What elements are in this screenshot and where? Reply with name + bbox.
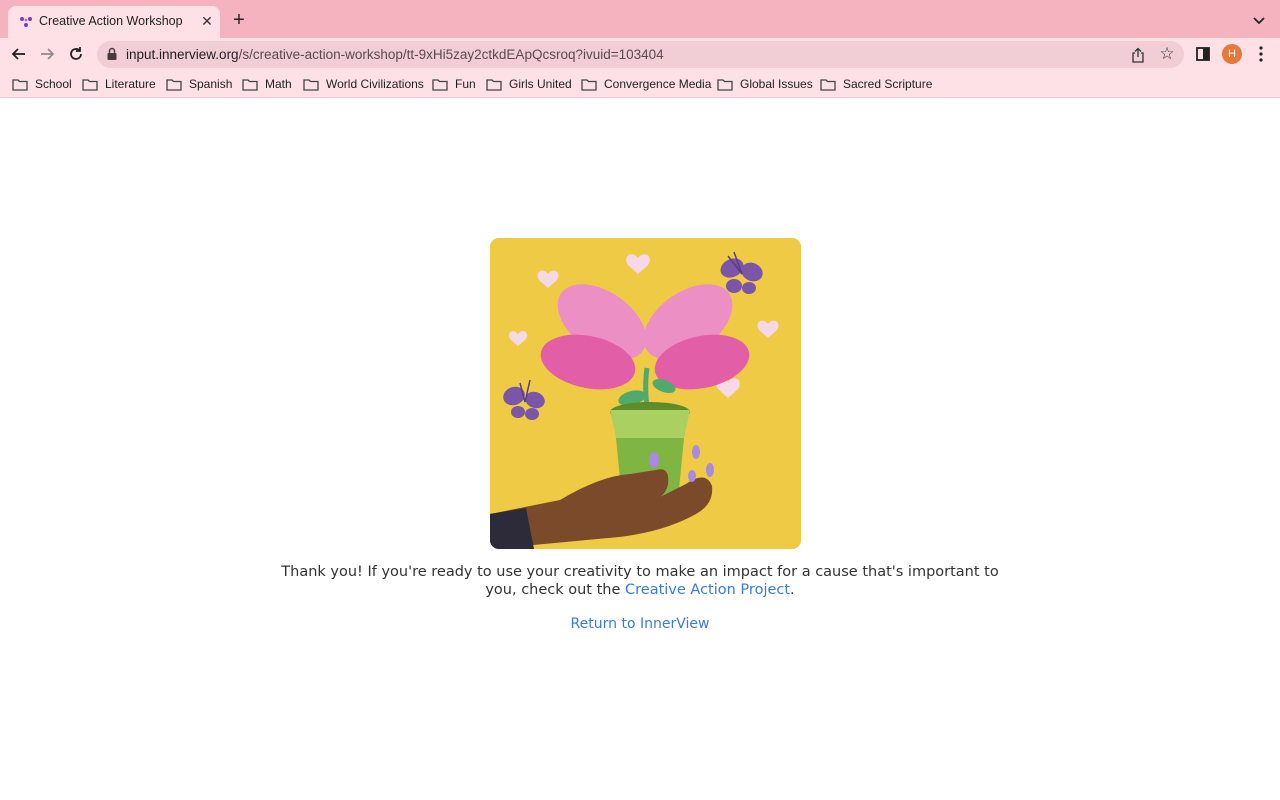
url-domain: input.innerview.org — [126, 47, 239, 62]
folder-icon — [242, 78, 258, 91]
browser-toolbar: input.innerview.org/s/creative-action-wo… — [0, 38, 1280, 70]
bookmark-convergence-media[interactable]: Convergence Media — [581, 76, 711, 92]
new-tab-button[interactable]: + — [229, 10, 249, 31]
bookmark-label: Global Issues — [740, 77, 813, 91]
bookmark-label: Math — [265, 77, 292, 91]
folder-icon — [432, 78, 448, 91]
bookmark-sacred-scripture[interactable]: Sacred Scripture — [820, 76, 932, 92]
thank-you-flower-illustration — [490, 238, 801, 549]
folder-icon — [303, 78, 319, 91]
bookmark-label: World Civilizations — [326, 77, 424, 91]
innerview-favicon-icon — [20, 17, 32, 27]
thank-you-message: Thank you! If you're ready to use your c… — [270, 563, 1010, 599]
tab-close-icon[interactable]: ✕ — [199, 13, 215, 29]
tab-creative-action-workshop[interactable]: Creative Action Workshop ✕ — [8, 6, 220, 38]
folder-icon — [581, 78, 597, 91]
bookmark-spanish[interactable]: Spanish — [166, 76, 232, 92]
bookmark-world-civilizations[interactable]: World Civilizations — [303, 76, 424, 92]
url-text: input.innerview.org/s/creative-action-wo… — [126, 47, 664, 62]
bookmark-math[interactable]: Math — [242, 76, 292, 92]
bookmark-label: School — [35, 77, 72, 91]
side-panel-icon[interactable] — [1196, 47, 1210, 61]
url-path: /s/creative-action-workshop/tt-9xHi5zay2… — [238, 47, 664, 62]
address-bar[interactable]: input.innerview.org/s/creative-action-wo… — [97, 41, 1184, 68]
bookmark-star-icon[interactable]: ☆ — [1158, 45, 1176, 63]
folder-icon — [820, 78, 836, 91]
bookmark-label: Fun — [455, 77, 476, 91]
bookmark-label: Sacred Scripture — [843, 77, 933, 91]
reload-icon[interactable] — [66, 44, 86, 64]
bookmark-label: Girls United — [509, 77, 572, 91]
folder-icon — [717, 78, 733, 91]
share-icon[interactable] — [1131, 47, 1145, 63]
folder-icon — [166, 78, 182, 91]
bookmark-literature[interactable]: Literature — [82, 76, 156, 92]
tab-title: Creative Action Workshop — [39, 14, 183, 28]
return-to-innerview-link[interactable]: Return to InnerView — [540, 616, 740, 632]
tab-strip: Creative Action Workshop ✕ + — [0, 0, 1280, 38]
bookmark-label: Literature — [105, 77, 156, 91]
bookmarks-bar: School Literature Spanish Math World Civ… — [0, 70, 1280, 98]
bookmark-label: Spanish — [189, 77, 233, 91]
folder-icon — [12, 78, 28, 91]
bookmark-girls-united[interactable]: Girls United — [486, 76, 572, 92]
bookmark-school[interactable]: School — [12, 76, 72, 92]
folder-icon — [82, 78, 98, 91]
message-end: . — [790, 582, 795, 598]
folder-icon — [486, 78, 502, 91]
kebab-menu-icon[interactable] — [1255, 44, 1267, 64]
creative-action-project-link[interactable]: Creative Action Project — [625, 582, 790, 598]
tab-search-chevron-icon[interactable] — [1251, 14, 1267, 28]
profile-avatar[interactable]: H — [1222, 44, 1242, 64]
bookmark-global-issues[interactable]: Global Issues — [717, 76, 813, 92]
lock-icon — [107, 47, 117, 60]
back-arrow-icon[interactable] — [9, 44, 29, 64]
bookmark-label: Convergence Media — [604, 77, 712, 91]
thank-you-illustration — [490, 238, 801, 549]
bookmark-fun[interactable]: Fun — [432, 76, 476, 92]
forward-arrow-icon[interactable] — [37, 44, 57, 64]
